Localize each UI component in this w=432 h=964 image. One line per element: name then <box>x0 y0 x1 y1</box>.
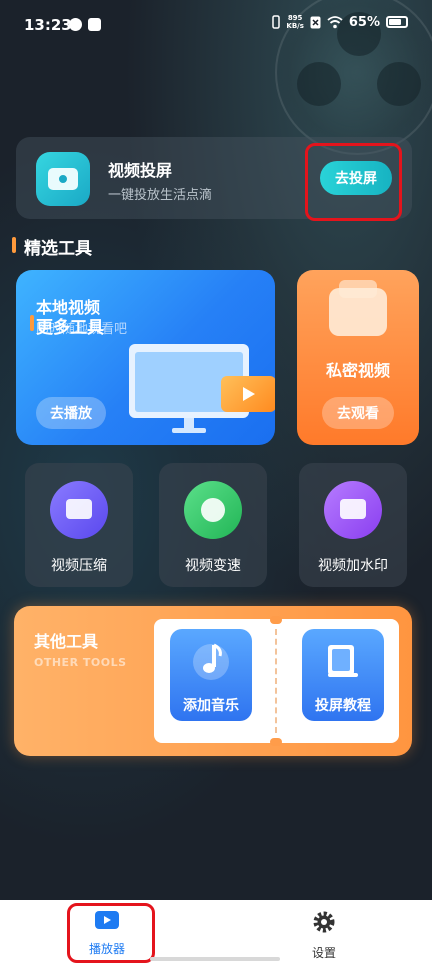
highlight-box-nav-player <box>67 903 155 963</box>
bottom-nav: 播放器 设置 <box>0 900 432 964</box>
home-indicator <box>150 957 280 961</box>
nav-settings-label: 设置 <box>311 946 336 960</box>
sim-no-signal-icon <box>310 16 321 28</box>
private-video-card[interactable]: 私密视频 去观看 <box>297 270 419 445</box>
other-tools-subtitle: OTHER TOOLS <box>34 656 127 669</box>
other-tools-card: 其他工具 OTHER TOOLS 添加音乐 投屏教程 <box>14 606 412 756</box>
nav-settings[interactable]: 设置 <box>284 910 364 961</box>
tool-video-compress[interactable]: 视频压缩 <box>25 463 133 587</box>
tool-video-speed[interactable]: 视频变速 <box>159 463 267 587</box>
ticket-panel: 添加音乐 投屏教程 <box>154 616 399 746</box>
highlight-box-cast-button <box>305 143 402 221</box>
cast-subtitle: 一键投放生活点滴 <box>108 188 213 203</box>
add-music-label: 添加音乐 <box>183 698 239 714</box>
more-tools-label: 更多工具 <box>36 318 104 338</box>
battery-icon <box>386 16 408 28</box>
status-bar: 13:23 895 KB/s 65% <box>0 0 432 50</box>
local-video-card[interactable]: 本地视频 随时随地观看吧 去播放 <box>16 270 275 445</box>
cast-tutorial-label: 投屏教程 <box>315 698 371 714</box>
gear-icon <box>313 911 335 933</box>
tool-label: 视频变速 <box>185 558 241 574</box>
section-title-featured: 精选工具 <box>24 239 92 259</box>
other-tools-title: 其他工具 <box>34 632 99 651</box>
safe-icon <box>329 288 387 336</box>
speed-icon <box>184 481 242 539</box>
music-note-icon <box>193 643 229 680</box>
cast-title: 视频投屏 <box>108 161 173 180</box>
more-tools-accent-bar <box>30 315 34 331</box>
compress-icon <box>50 481 108 539</box>
play-icon <box>221 376 275 412</box>
go-play-button[interactable]: 去播放 <box>36 397 106 429</box>
vibrate-icon <box>272 15 281 29</box>
app-notification-icon <box>69 18 82 31</box>
tool-label: 视频压缩 <box>51 558 107 574</box>
private-video-title: 私密视频 <box>325 361 390 380</box>
message-notification-icon <box>88 18 101 31</box>
battery-percent: 65% <box>348 14 380 30</box>
watermark-icon <box>324 481 382 539</box>
cast-tutorial-button[interactable]: 投屏教程 <box>302 629 384 721</box>
tool-label: 视频加水印 <box>318 558 388 574</box>
tool-video-watermark[interactable]: 视频加水印 <box>299 463 407 587</box>
go-watch-button[interactable]: 去观看 <box>322 397 394 429</box>
status-time: 13:23 <box>24 16 72 34</box>
book-icon <box>328 645 358 677</box>
wifi-icon <box>327 15 343 28</box>
network-speed: 895 KB/s <box>286 14 304 30</box>
camera-icon <box>36 152 90 206</box>
add-music-button[interactable]: 添加音乐 <box>170 629 252 721</box>
section-accent-bar <box>12 237 16 253</box>
